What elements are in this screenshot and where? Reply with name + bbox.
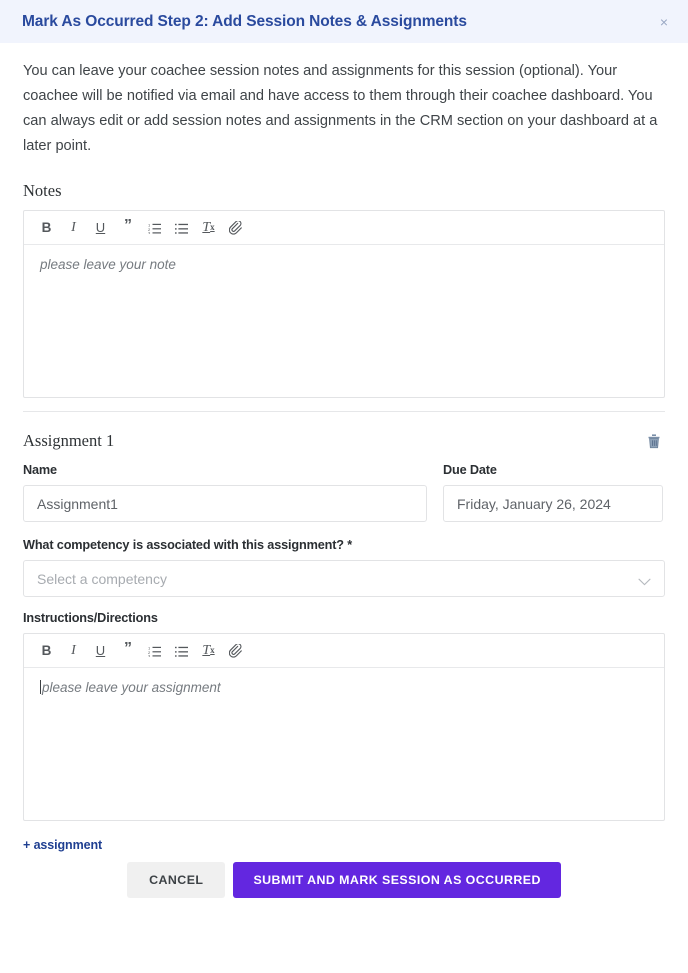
competency-select[interactable]: Select a competency xyxy=(23,560,665,597)
paperclip-icon[interactable] xyxy=(229,641,243,661)
instructions-label: Instructions/Directions xyxy=(23,611,158,625)
text-caret xyxy=(40,680,41,694)
competency-label: What competency is associated with this … xyxy=(23,538,353,552)
assignment-due-date-field: Due Date xyxy=(443,463,663,522)
modal-header: Mark As Occurred Step 2: Add Session Not… xyxy=(0,0,688,43)
cancel-button[interactable]: CANCEL xyxy=(127,862,226,898)
unordered-list-icon[interactable] xyxy=(175,641,188,661)
svg-text:3: 3 xyxy=(148,230,151,233)
remove-format-icon[interactable]: Tx xyxy=(202,218,215,238)
svg-text:3: 3 xyxy=(148,653,151,656)
blockquote-icon[interactable]: ” xyxy=(121,639,134,659)
add-assignment-link[interactable]: + assignment xyxy=(23,838,102,852)
assignment-fields-row: Name Due Date xyxy=(23,463,665,522)
underline-icon[interactable]: U xyxy=(94,218,107,238)
modal-title: Mark As Occurred Step 2: Add Session Not… xyxy=(22,12,467,30)
italic-icon[interactable]: I xyxy=(67,641,80,661)
assignment-header: Assignment 1 xyxy=(23,431,665,451)
modal-body: You can leave your coachee session notes… xyxy=(0,43,688,916)
instructions-editor[interactable]: B I U ” 123 Tx please leave your assignm… xyxy=(23,633,665,821)
section-divider xyxy=(23,411,665,412)
remove-format-icon[interactable]: Tx xyxy=(202,641,215,661)
notes-editor-toolbar: B I U ” 123 Tx xyxy=(24,211,664,245)
notes-label: Notes xyxy=(23,181,62,200)
footer-buttons: CANCEL SUBMIT AND MARK SESSION AS OCCURR… xyxy=(23,862,665,916)
intro-text: You can leave your coachee session notes… xyxy=(23,63,658,154)
ordered-list-icon[interactable]: 123 xyxy=(148,218,161,238)
instructions-input[interactable]: please leave your assignment xyxy=(24,668,664,820)
notes-input[interactable]: please leave your note xyxy=(24,245,664,397)
underline-icon[interactable]: U xyxy=(94,641,107,661)
assignment-name-label: Name xyxy=(23,463,57,477)
submit-button[interactable]: SUBMIT AND MARK SESSION AS OCCURRED xyxy=(233,862,561,898)
assignment-due-date-input[interactable] xyxy=(443,485,663,522)
paperclip-icon[interactable] xyxy=(229,218,243,238)
close-icon[interactable]: × xyxy=(654,11,674,33)
assignment-name-field: Name xyxy=(23,463,427,522)
unordered-list-icon[interactable] xyxy=(175,218,188,238)
ordered-list-icon[interactable]: 123 xyxy=(148,641,161,661)
assignment-due-date-label: Due Date xyxy=(443,463,497,477)
blockquote-icon[interactable]: ” xyxy=(121,216,134,236)
bold-icon[interactable]: B xyxy=(40,218,53,238)
italic-icon[interactable]: I xyxy=(67,218,80,238)
competency-select-wrap: Select a competency xyxy=(23,560,665,597)
instructions-editor-toolbar: B I U ” 123 Tx xyxy=(24,634,664,668)
instructions-placeholder: please leave your assignment xyxy=(42,680,221,695)
notes-editor[interactable]: B I U ” 123 Tx please leave your note xyxy=(23,210,665,398)
assignment-title: Assignment 1 xyxy=(23,431,115,450)
bold-icon[interactable]: B xyxy=(40,641,53,661)
assignment-name-input[interactable] xyxy=(23,485,427,522)
trash-icon[interactable] xyxy=(643,431,665,451)
